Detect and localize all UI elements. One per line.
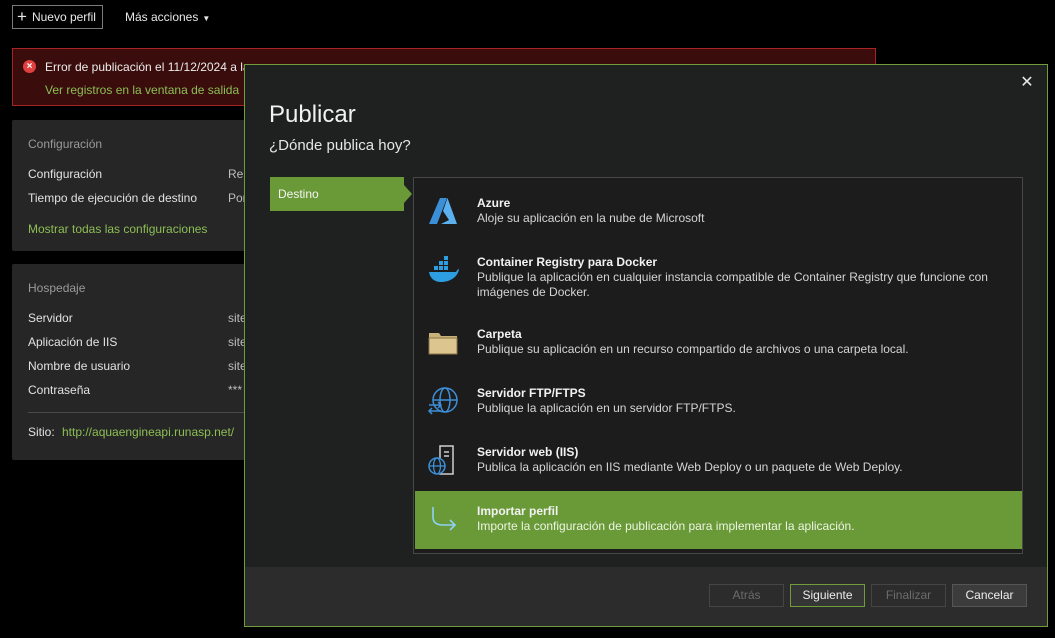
step-destination[interactable]: Destino	[270, 177, 404, 211]
target-title: Servidor FTP/FTPS	[477, 386, 586, 400]
target-item-docker[interactable]: Container Registry para Docker Publique …	[415, 242, 1022, 300]
target-description: Publique la aplicación en cualquier inst…	[477, 270, 988, 299]
hosting-row-value: ***	[228, 383, 243, 397]
step-arrow	[404, 185, 412, 203]
target-description: Publique su aplicación en un recurso com…	[477, 342, 909, 356]
new-profile-label: Nuevo perfil	[31, 10, 96, 24]
hosting-row-label: Nombre de usuario	[28, 359, 131, 373]
panel-title: Configuración	[28, 137, 103, 151]
target-item-iis[interactable]: Servidor web (IIS) Publica la aplicación…	[415, 432, 1022, 490]
error-icon: ×	[23, 60, 36, 73]
plus-icon: +	[17, 6, 27, 26]
docker-icon	[429, 256, 459, 282]
ftp-globe-icon	[427, 387, 458, 415]
dialog-subtitle: ¿Dónde publica hoy?	[269, 137, 411, 154]
target-title: Carpeta	[477, 327, 522, 341]
target-title: Importar perfil	[477, 504, 559, 518]
divider	[28, 412, 262, 413]
next-button[interactable]: Siguiente	[790, 584, 865, 607]
import-arrow-icon	[432, 507, 457, 531]
config-row-label: Tiempo de ejecución de destino	[28, 191, 197, 205]
configuration-panel: Configuración Configuración Rel Tiempo d…	[12, 120, 262, 251]
target-item-azure[interactable]: Azure Aloje su aplicación en la nube de …	[415, 183, 1022, 241]
target-description: Publica la aplicación en IIS mediante We…	[477, 460, 903, 474]
hosting-row-label: Servidor	[28, 311, 73, 325]
azure-icon	[429, 198, 457, 224]
site-label: Sitio:	[28, 425, 55, 439]
dialog-footer: Atrás Siguiente Finalizar Cancelar	[245, 567, 1047, 626]
site-url-link[interactable]: http://aquaengineapi.runasp.net/	[62, 425, 234, 439]
target-item-import-profile[interactable]: Importar perfil Importe la configuración…	[415, 491, 1022, 549]
error-message: Error de publicación el 11/12/2024 a la	[45, 60, 250, 74]
target-title: Container Registry para Docker	[477, 255, 658, 269]
hosting-row-label: Aplicación de IIS	[28, 335, 118, 349]
more-actions-label: Más acciones	[124, 10, 199, 24]
target-item-ftp[interactable]: Servidor FTP/FTPS Publique la aplicación…	[415, 373, 1022, 431]
cancel-button[interactable]: Cancelar	[952, 584, 1027, 607]
web-server-icon	[428, 445, 454, 475]
target-title: Servidor web (IIS)	[477, 445, 579, 459]
caret-down-icon: ▼	[202, 13, 211, 23]
target-description: Aloje su aplicación en la nube de Micros…	[477, 211, 705, 225]
back-button[interactable]: Atrás	[709, 584, 784, 607]
new-profile-button[interactable]: + Nuevo perfil	[12, 5, 103, 29]
output-log-link[interactable]: Ver registros en la ventana de salida	[45, 83, 239, 97]
panel-title: Hospedaje	[28, 281, 86, 295]
target-description: Publique la aplicación en un servidor FT…	[477, 401, 736, 415]
target-title: Azure	[477, 196, 511, 210]
target-item-folder[interactable]: Carpeta Publique su aplicación en un rec…	[415, 314, 1022, 372]
dialog-title: Publicar	[269, 101, 356, 128]
show-all-settings-link[interactable]: Mostrar todas las configuraciones	[28, 222, 207, 236]
hosting-panel: Hospedaje Servidor site Aplicación de II…	[12, 264, 262, 460]
config-row-label: Configuración	[28, 167, 103, 181]
hosting-row-label: Contraseña	[28, 383, 91, 397]
target-list: Azure Aloje su aplicación en la nube de …	[413, 177, 1023, 554]
more-actions-button[interactable]: Más acciones ▼	[125, 10, 210, 24]
folder-icon	[428, 333, 458, 355]
toolbar: + Nuevo perfil Más acciones ▼	[12, 5, 210, 29]
publish-dialog: ✕ Publicar ¿Dónde publica hoy? Destino A…	[244, 64, 1048, 627]
close-icon[interactable]: ✕	[1019, 75, 1035, 91]
target-description: Importe la configuración de publicación …	[477, 519, 855, 533]
finish-button[interactable]: Finalizar	[871, 584, 946, 607]
